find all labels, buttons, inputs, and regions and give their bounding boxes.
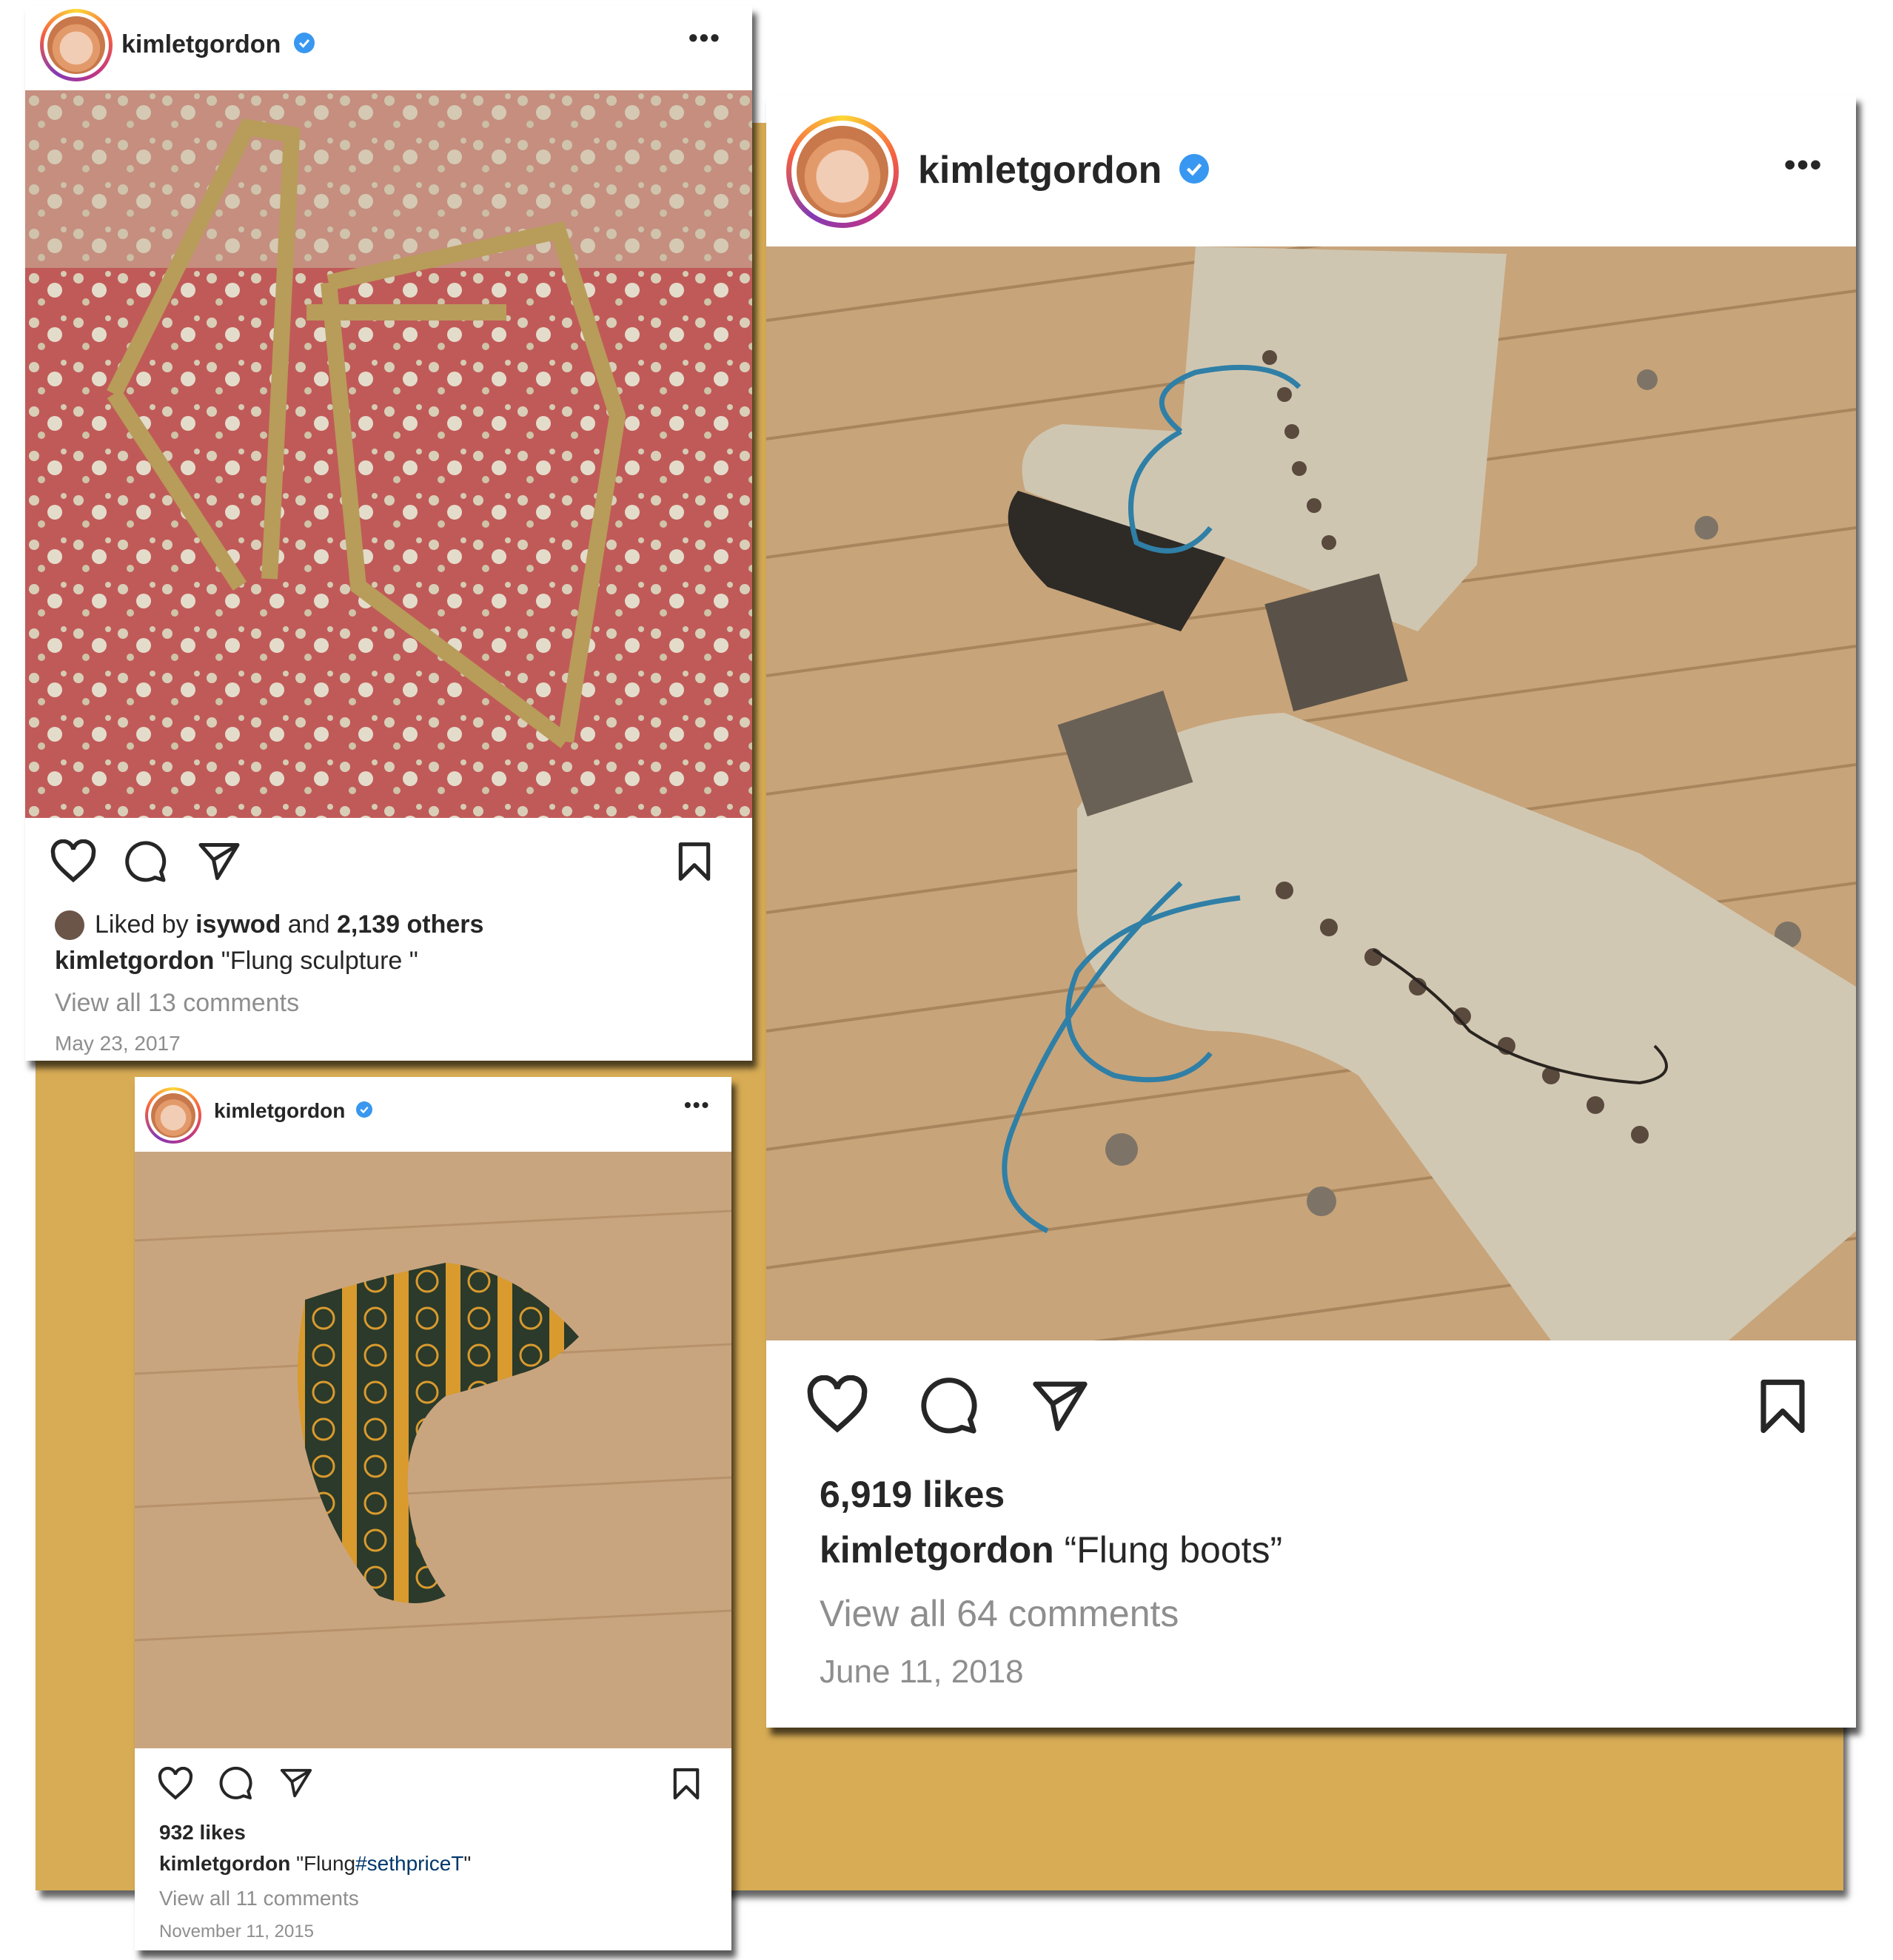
verified-badge-icon xyxy=(1179,154,1209,184)
post-image[interactable] xyxy=(766,246,1856,1340)
post-image[interactable] xyxy=(135,1152,731,1748)
post-image[interactable] xyxy=(25,90,752,818)
share-paper-plane-icon[interactable] xyxy=(1030,1377,1090,1436)
likes-count[interactable]: 6,919 likes xyxy=(820,1473,1005,1516)
post-date: May 23, 2017 xyxy=(55,1032,181,1055)
likes-count[interactable]: 932 likes xyxy=(159,1821,246,1845)
verified-badge-icon xyxy=(356,1101,372,1118)
comment-bubble-icon[interactable] xyxy=(918,1375,979,1436)
share-paper-plane-icon[interactable] xyxy=(197,839,241,884)
username[interactable]: kimletgordon xyxy=(121,30,281,59)
post-card-sculpture: kimletgordon ••• Liked by isywod and 2,1… xyxy=(25,6,752,1061)
caption-username[interactable]: kimletgordon xyxy=(55,947,214,975)
likes-count[interactable]: 2,139 others xyxy=(337,910,483,939)
post-date: June 11, 2018 xyxy=(820,1654,1024,1690)
hashtag-link[interactable]: #sethpriceT xyxy=(355,1852,463,1875)
post-date: November 11, 2015 xyxy=(159,1922,315,1941)
like-heart-icon[interactable] xyxy=(49,839,98,884)
post-header: kimletgordon ••• xyxy=(766,95,1856,246)
avatar[interactable] xyxy=(786,115,899,228)
verified-badge-icon xyxy=(294,33,315,53)
post-card-boots: kimletgordon ••• 6,919 likes kimletgordo… xyxy=(766,95,1856,1728)
comment-bubble-icon[interactable] xyxy=(218,1765,253,1801)
post-header: kimletgordon ••• xyxy=(135,1077,731,1152)
caption-username[interactable]: kimletgordon xyxy=(159,1852,290,1875)
like-heart-icon[interactable] xyxy=(805,1375,870,1434)
username[interactable]: kimletgordon xyxy=(214,1099,345,1123)
username[interactable]: kimletgordon xyxy=(918,148,1162,192)
view-comments-link[interactable]: View all 64 comments xyxy=(820,1592,1179,1635)
liker-username[interactable]: isywod xyxy=(195,910,281,939)
caption: kimletgordon "Flung sculpture " xyxy=(55,947,418,975)
save-bookmark-icon[interactable] xyxy=(1758,1377,1807,1435)
post-header: kimletgordon ••• xyxy=(25,6,752,90)
like-heart-icon[interactable] xyxy=(157,1767,194,1801)
comment-bubble-icon[interactable] xyxy=(123,839,167,884)
more-options-icon[interactable]: ••• xyxy=(684,1093,710,1117)
caption-username[interactable]: kimletgordon xyxy=(820,1529,1054,1571)
more-options-icon[interactable]: ••• xyxy=(688,22,721,53)
caption: kimletgordon "Flung#sethpriceT" xyxy=(159,1852,472,1875)
save-bookmark-icon[interactable] xyxy=(672,1767,700,1801)
liker-avatar[interactable] xyxy=(55,910,84,940)
view-comments-link[interactable]: View all 13 comments xyxy=(55,989,299,1018)
save-bookmark-icon[interactable] xyxy=(677,841,712,882)
share-paper-plane-icon[interactable] xyxy=(278,1766,314,1800)
view-comments-link[interactable]: View all 11 comments xyxy=(159,1887,359,1910)
avatar[interactable] xyxy=(145,1087,201,1144)
caption: kimletgordon “Flung boots” xyxy=(820,1529,1283,1571)
liked-by-text: Liked by isywod and 2,139 others xyxy=(95,910,484,939)
avatar[interactable] xyxy=(40,9,113,81)
more-options-icon[interactable]: ••• xyxy=(1784,147,1823,184)
post-card-scarf: kimletgordon ••• 932 likes kimletgordon … xyxy=(135,1077,731,1950)
